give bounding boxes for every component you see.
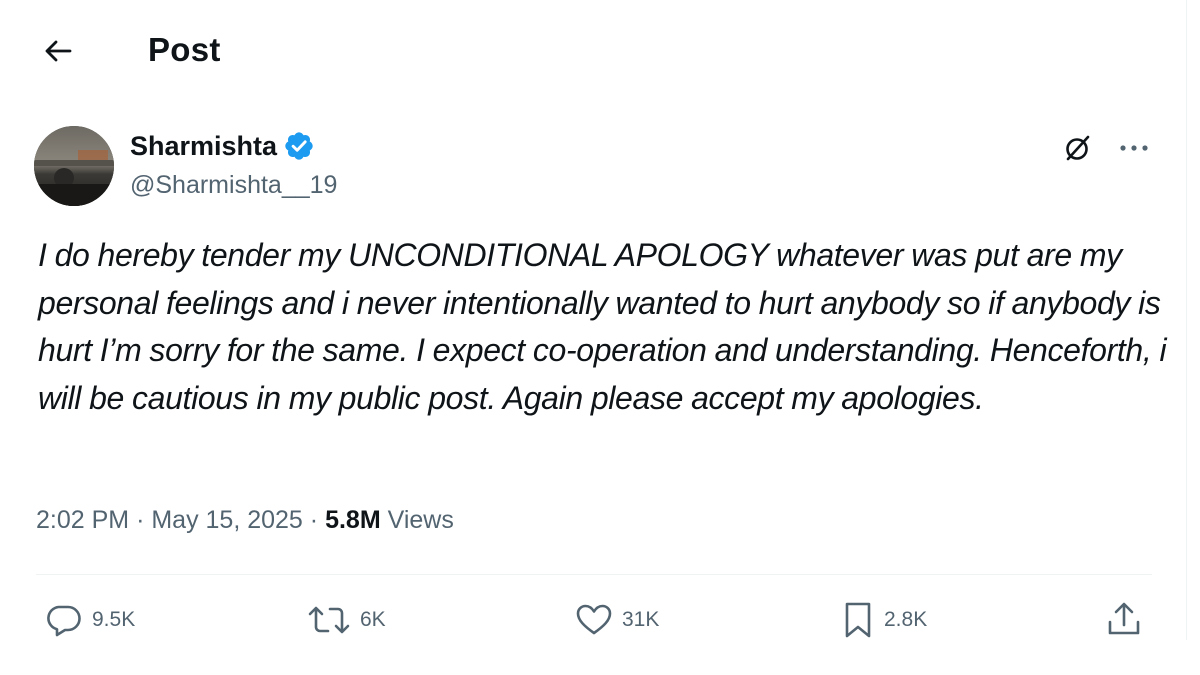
- share-button[interactable]: [1104, 600, 1144, 640]
- like-button[interactable]: 31K: [574, 600, 659, 640]
- like-count: 31K: [622, 608, 660, 631]
- arrow-left-icon: [45, 40, 72, 62]
- bookmark-icon: [845, 602, 871, 638]
- post-time[interactable]: 2:02 PM: [36, 506, 129, 534]
- meta-separator: ·: [309, 506, 319, 534]
- bookmark-count: 2.8K: [884, 608, 928, 631]
- avatar-image: [34, 126, 114, 206]
- post-page: Post Sharmishta @Sharmishta__19 I do her…: [0, 0, 1200, 675]
- grok-button[interactable]: [1058, 128, 1098, 168]
- post-text: I do hereby tender my UNCONDITIONAL APOL…: [38, 237, 1167, 416]
- meta-separator: ·: [136, 506, 145, 534]
- bookmark-button[interactable]: 2.8K: [840, 600, 927, 640]
- repost-button[interactable]: 6K: [306, 600, 386, 640]
- views-count: 5.8M: [325, 506, 381, 534]
- heart-icon: [576, 604, 612, 635]
- reply-icon: [47, 605, 81, 637]
- post-date[interactable]: May 15, 2025: [151, 506, 303, 534]
- post-meta: 2:02 PM · May 15, 2025 · 5.8M Views: [36, 502, 454, 538]
- author-handle[interactable]: @Sharmishta__19: [130, 168, 337, 202]
- repost-icon: [308, 606, 350, 634]
- reply-button[interactable]: 9.5K: [44, 600, 135, 640]
- views-label: Views: [387, 506, 454, 534]
- divider: [36, 574, 1152, 575]
- bottom-band: [0, 640, 1200, 675]
- share-icon: [1108, 602, 1140, 635]
- author-name: Sharmishta: [130, 126, 315, 166]
- more-options-button[interactable]: [1112, 128, 1156, 168]
- back-button[interactable]: [36, 33, 80, 69]
- column-border: [1186, 0, 1187, 640]
- reply-count: 9.5K: [92, 608, 136, 631]
- top-bar: Post: [0, 0, 1186, 104]
- page-title: Post: [148, 31, 221, 68]
- more-horizontal-icon: [1120, 145, 1148, 151]
- grok-icon: [1066, 135, 1090, 161]
- display-name[interactable]: Sharmishta: [130, 128, 277, 164]
- verified-badge-icon[interactable]: [283, 130, 315, 162]
- repost-count: 6K: [360, 608, 386, 631]
- avatar[interactable]: [34, 126, 114, 206]
